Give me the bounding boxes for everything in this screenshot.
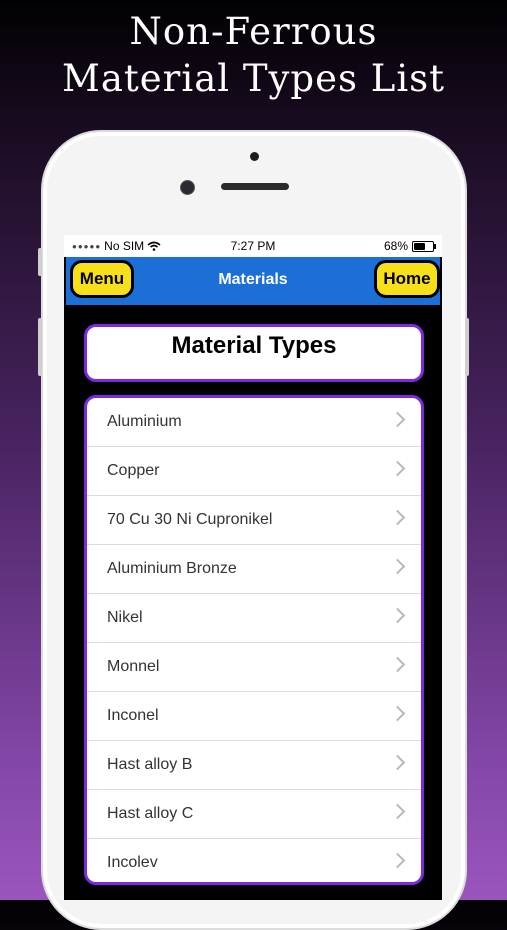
battery-fill bbox=[414, 242, 425, 250]
chevron-right-icon bbox=[389, 803, 406, 820]
battery-icon bbox=[412, 240, 436, 252]
chevron-right-icon bbox=[389, 460, 406, 477]
chevron-right-icon bbox=[389, 656, 406, 673]
section-title-card: Material Types bbox=[84, 324, 424, 382]
phone-screen: ●●●●● No SIM 7:27 PM 68% Menu Materials … bbox=[64, 235, 442, 900]
list-item-label: Incolev bbox=[107, 854, 158, 871]
list-item-label: Copper bbox=[107, 462, 160, 479]
chevron-right-icon bbox=[389, 509, 406, 526]
chevron-right-icon bbox=[389, 411, 406, 428]
status-right: 68% bbox=[383, 239, 436, 253]
power-button bbox=[465, 318, 469, 376]
list-item[interactable]: Hast alloy C bbox=[87, 790, 421, 839]
front-camera-icon bbox=[180, 180, 195, 195]
volume-up-button bbox=[38, 318, 42, 376]
status-bar: ●●●●● No SIM 7:27 PM 68% bbox=[64, 235, 442, 257]
promo-headline: Non-Ferrous Material Types List bbox=[0, 8, 507, 102]
list-item[interactable]: Aluminium Bronze bbox=[87, 545, 421, 594]
list-item[interactable]: Incolev bbox=[87, 839, 421, 882]
list-item[interactable]: Aluminium bbox=[87, 398, 421, 447]
home-button[interactable]: Home bbox=[374, 260, 440, 298]
promo-headline-line1: Non-Ferrous bbox=[129, 10, 378, 53]
page-title: Material Types bbox=[171, 332, 337, 359]
list-item-label: Hast alloy C bbox=[107, 805, 194, 822]
camera-dot-icon bbox=[250, 152, 259, 161]
list-item[interactable]: Monnel bbox=[87, 643, 421, 692]
list-item-label: Hast alloy B bbox=[107, 756, 193, 773]
mute-switch bbox=[38, 248, 42, 276]
material-list: Aluminium Copper 70 Cu 30 Ni Cupronikel Alu… bbox=[84, 395, 424, 885]
list-item[interactable]: Nikel bbox=[87, 594, 421, 643]
battery-percent: 68% bbox=[383, 239, 408, 253]
list-item-label: Nikel bbox=[107, 609, 143, 626]
chevron-right-icon bbox=[389, 754, 406, 771]
list-item[interactable]: Copper bbox=[87, 447, 421, 496]
list-item[interactable]: 70 Cu 30 Ni Cupronikel bbox=[87, 496, 421, 545]
speaker-grille-icon bbox=[221, 183, 289, 190]
list-item-label: Monnel bbox=[107, 658, 160, 675]
promo-headline-line2: Material Types List bbox=[61, 57, 446, 100]
list-item[interactable]: Inconel bbox=[87, 692, 421, 741]
list-item-label: Aluminium bbox=[107, 413, 182, 430]
chevron-right-icon bbox=[389, 607, 406, 624]
chevron-right-icon bbox=[389, 705, 406, 722]
battery-tip bbox=[434, 243, 436, 249]
nav-bar: Menu Materials Home bbox=[66, 257, 440, 305]
list-item[interactable]: Hast alloy B bbox=[87, 741, 421, 790]
list-item-label: Inconel bbox=[107, 707, 159, 724]
list-item-label: Aluminium Bronze bbox=[107, 560, 237, 577]
chevron-right-icon bbox=[389, 558, 406, 575]
chevron-right-icon bbox=[389, 852, 406, 869]
list-item-label: 70 Cu 30 Ni Cupronikel bbox=[107, 511, 273, 528]
